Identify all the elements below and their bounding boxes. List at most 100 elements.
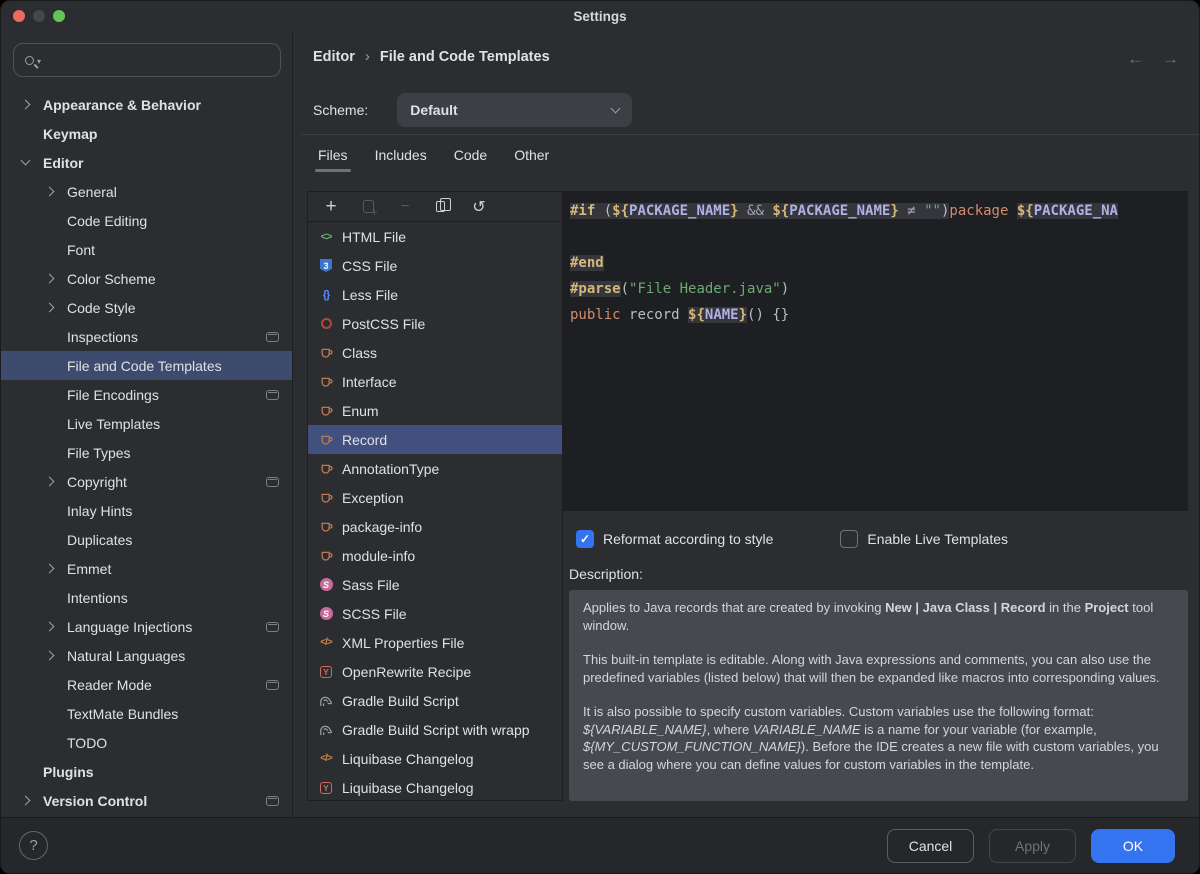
template-item-annotationtype[interactable]: AnnotationType — [308, 454, 562, 483]
live-templates-label[interactable]: Enable Live Templates — [867, 531, 1008, 547]
sidebar-item-natural-languages[interactable]: Natural Languages — [1, 641, 292, 670]
sidebar-item-general[interactable]: General — [1, 177, 292, 206]
chevron-right-icon[interactable] — [45, 187, 55, 197]
chevron-right-icon[interactable] — [45, 477, 55, 487]
template-item-interface[interactable]: Interface — [308, 367, 562, 396]
scheme-select[interactable]: Default — [397, 93, 632, 127]
chevron-right-icon[interactable] — [45, 651, 55, 661]
code-token: ${ — [688, 307, 705, 323]
template-item-gradle-build-script-with-wrapp[interactable]: Gradle Build Script with wrapp — [308, 715, 562, 744]
template-item-gradle-build-script[interactable]: Gradle Build Script — [308, 686, 562, 715]
chevron-right-icon[interactable] — [45, 274, 55, 284]
add-template-button[interactable]: + — [322, 198, 340, 216]
sidebar-item-appearance-behavior[interactable]: Appearance & Behavior — [1, 90, 292, 119]
template-item-class[interactable]: Class — [308, 338, 562, 367]
template-list-panel: +−↺ <>HTML File3CSS File{}Less FilePostC… — [307, 191, 563, 801]
reformat-label[interactable]: Reformat according to style — [603, 531, 773, 547]
template-item-module-info[interactable]: module-info — [308, 541, 562, 570]
tab-code[interactable]: Code — [454, 147, 487, 172]
sidebar-item-file-and-code-templates[interactable]: File and Code Templates — [1, 351, 292, 380]
chevron-down-icon[interactable] — [21, 156, 31, 166]
sidebar-item-reader-mode[interactable]: Reader Mode — [1, 670, 292, 699]
live-templates-checkbox[interactable] — [840, 530, 858, 548]
help-button[interactable]: ? — [19, 831, 48, 860]
sidebar-item-label: Code Editing — [67, 213, 147, 229]
java-class-icon — [318, 548, 334, 564]
back-button[interactable]: ← — [1127, 49, 1144, 69]
template-item-liquibase-changelog[interactable]: </>Liquibase Changelog — [308, 744, 562, 773]
template-item-less-file[interactable]: {}Less File — [308, 280, 562, 309]
project-settings-icon — [266, 680, 279, 690]
sidebar-item-inspections[interactable]: Inspections — [1, 322, 292, 351]
apply-button[interactable]: Apply — [989, 829, 1076, 863]
code-token: #parse — [570, 281, 621, 297]
reset-template-button[interactable]: ↺ — [470, 198, 488, 216]
sidebar-item-color-scheme[interactable]: Color Scheme — [1, 264, 292, 293]
template-item-xml-properties-file[interactable]: </>XML Properties File — [308, 628, 562, 657]
chevron-right-icon[interactable] — [45, 303, 55, 313]
sidebar-item-language-injections[interactable]: Language Injections — [1, 612, 292, 641]
sidebar-item-label: Inspections — [67, 329, 138, 345]
sidebar-item-file-encodings[interactable]: File Encodings — [1, 380, 292, 409]
chevron-right-icon[interactable] — [21, 100, 31, 110]
search-input[interactable]: ▾ — [13, 43, 281, 77]
copy-template-button[interactable] — [433, 198, 451, 216]
template-editor[interactable]: #if (${PACKAGE_NAME} && ${PACKAGE_NAME} … — [563, 191, 1188, 511]
sidebar-item-copyright[interactable]: Copyright — [1, 467, 292, 496]
java-class-icon — [318, 403, 334, 419]
code-token — [916, 203, 924, 219]
description-segment: This built-in template is editable. Alon… — [583, 652, 1160, 685]
sidebar-item-file-types[interactable]: File Types — [1, 438, 292, 467]
code-token: #end — [570, 255, 604, 271]
code-token: "" — [924, 203, 941, 219]
sidebar-item-todo[interactable]: TODO — [1, 728, 292, 757]
breadcrumb-item-editor[interactable]: Editor — [313, 49, 355, 65]
sidebar-item-plugins[interactable]: Plugins — [1, 757, 292, 786]
template-item-sass-file[interactable]: SSass File — [308, 570, 562, 599]
template-item-postcss-file[interactable]: PostCSS File — [308, 309, 562, 338]
template-item-package-info[interactable]: package-info — [308, 512, 562, 541]
description-segment: Applies to Java records that are created… — [583, 600, 885, 615]
template-item-liquibase-changelog[interactable]: YLiquibase Changelog — [308, 773, 562, 800]
forward-button[interactable]: → — [1162, 49, 1179, 69]
ok-button[interactable]: OK — [1091, 829, 1175, 863]
sidebar-item-inlay-hints[interactable]: Inlay Hints — [1, 496, 292, 525]
sidebar-item-code-editing[interactable]: Code Editing — [1, 206, 292, 235]
chevron-right-icon[interactable] — [45, 622, 55, 632]
template-item-exception[interactable]: Exception — [308, 483, 562, 512]
sidebar-item-code-style[interactable]: Code Style — [1, 293, 292, 322]
sidebar-item-live-templates[interactable]: Live Templates — [1, 409, 292, 438]
sidebar-item-font[interactable]: Font — [1, 235, 292, 264]
sidebar-item-label: Font — [67, 242, 95, 258]
code-token: NAME — [705, 307, 739, 323]
template-item-css-file[interactable]: 3CSS File — [308, 251, 562, 280]
template-item-label: Less File — [342, 287, 398, 303]
tab-other[interactable]: Other — [514, 147, 549, 172]
code-token — [899, 203, 907, 219]
sidebar-item-duplicates[interactable]: Duplicates — [1, 525, 292, 554]
template-item-openrewrite-recipe[interactable]: YOpenRewrite Recipe — [308, 657, 562, 686]
chevron-right-icon[interactable] — [21, 796, 31, 806]
template-item-record[interactable]: Record — [308, 425, 562, 454]
close-button[interactable] — [13, 10, 25, 22]
zoom-button[interactable] — [53, 10, 65, 22]
code-token: } — [890, 203, 898, 219]
reformat-checkbox[interactable]: ✓ — [576, 530, 594, 548]
sidebar-item-editor[interactable]: Editor — [1, 148, 292, 177]
sidebar-item-emmet[interactable]: Emmet — [1, 554, 292, 583]
template-item-scss-file[interactable]: SSCSS File — [308, 599, 562, 628]
tab-includes[interactable]: Includes — [375, 147, 427, 172]
minimize-button[interactable] — [33, 10, 45, 22]
java-class-icon — [318, 374, 334, 390]
cancel-button[interactable]: Cancel — [887, 829, 974, 863]
sidebar-item-textmate-bundles[interactable]: TextMate Bundles — [1, 699, 292, 728]
tab-files[interactable]: Files — [318, 147, 348, 172]
description-segment: ${MY_CUSTOM_FUNCTION_NAME} — [583, 739, 801, 754]
sidebar-item-intentions[interactable]: Intentions — [1, 583, 292, 612]
sidebar-item-version-control[interactable]: Version Control — [1, 786, 292, 815]
project-settings-icon — [266, 796, 279, 806]
template-item-html-file[interactable]: <>HTML File — [308, 222, 562, 251]
sidebar-item-keymap[interactable]: Keymap — [1, 119, 292, 148]
chevron-right-icon[interactable] — [45, 564, 55, 574]
template-item-enum[interactable]: Enum — [308, 396, 562, 425]
